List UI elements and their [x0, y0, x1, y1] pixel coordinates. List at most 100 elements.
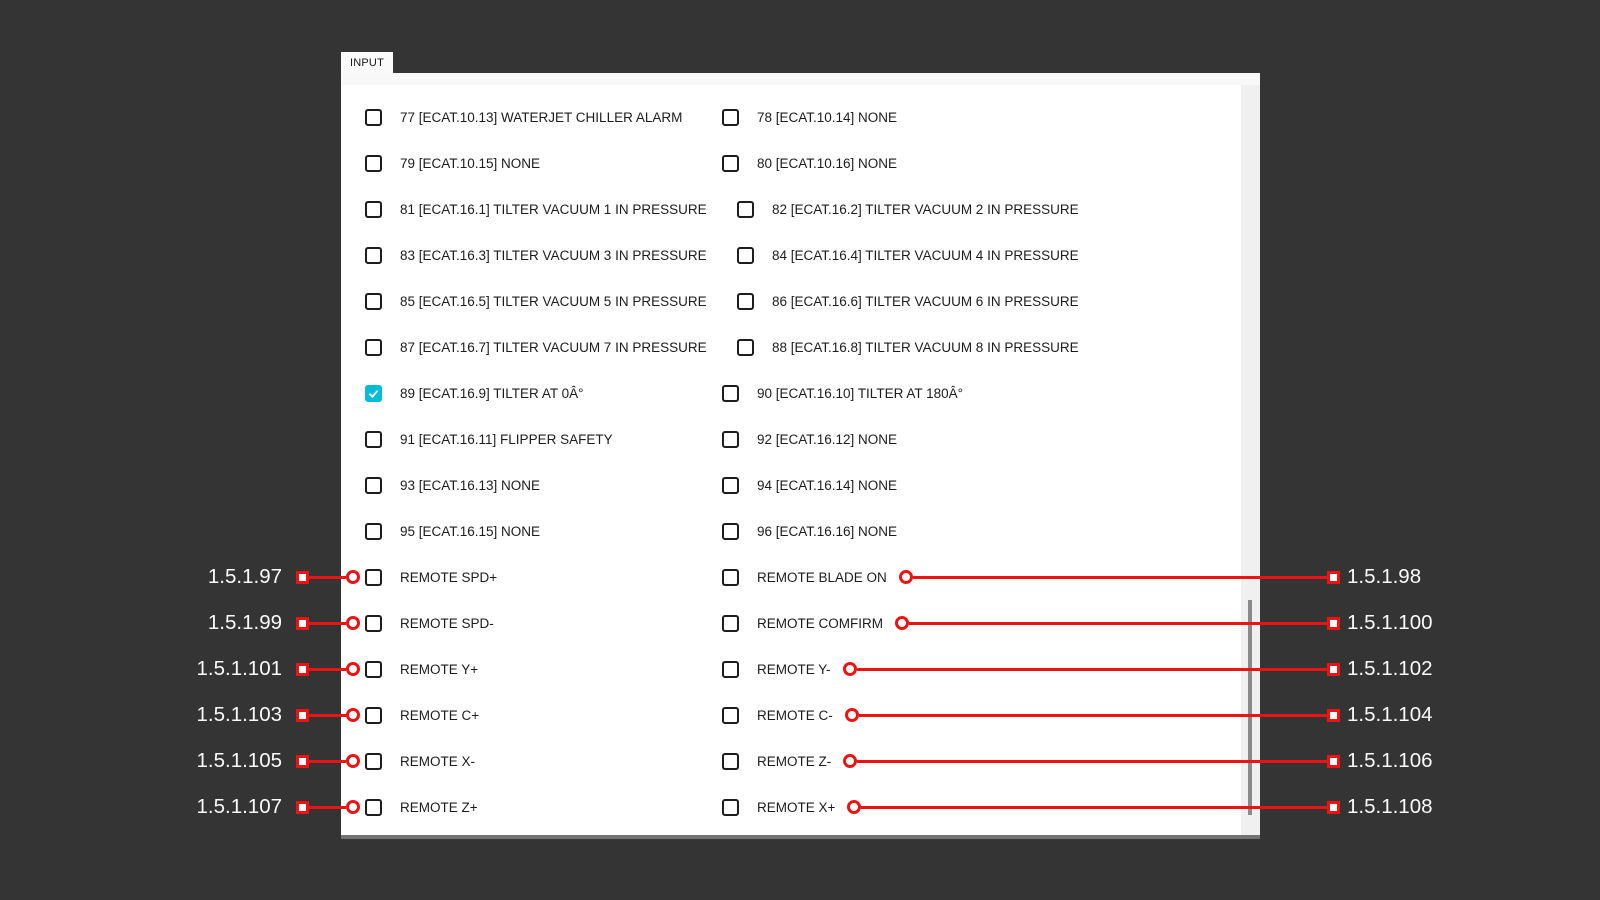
annotation-square-marker [1327, 617, 1340, 630]
checkbox-label: 82 [ECAT.16.2] TILTER VACUUM 2 IN PRESSU… [772, 202, 1079, 217]
checkbox-label: 92 [ECAT.16.12] NONE [757, 432, 897, 447]
checkbox-92-ecat-16-12-none[interactable] [722, 431, 739, 448]
checkbox-row: 81 [ECAT.16.1] TILTER VACUUM 1 IN PRESSU… [0, 186, 1600, 232]
checkbox-label: REMOTE Y- [757, 662, 831, 677]
checkbox-remote-x-minus[interactable] [365, 753, 382, 770]
checkbox-remote-z-plus[interactable] [365, 799, 382, 816]
checkbox-label: 93 [ECAT.16.13] NONE [400, 478, 540, 493]
annotation-square-marker [296, 709, 309, 722]
checkbox-95-ecat-16-15-none[interactable] [365, 523, 382, 540]
panel-top-strip [341, 73, 1260, 85]
annotation-line [913, 576, 1327, 579]
annotation-circle-marker [346, 754, 360, 768]
checkbox-remote-spd-plus[interactable] [365, 569, 382, 586]
checkbox-90-ecat-16-10-tilter-at-180[interactable] [722, 385, 739, 402]
annotation-label: 1.5.1.104 [1347, 692, 1433, 738]
annotation-label: 1.5.1.99 [208, 611, 282, 635]
checkbox-77-ecat-10-13-waterjet-chiller-alarm[interactable] [365, 109, 382, 126]
checkbox-94-ecat-16-14-none[interactable] [722, 477, 739, 494]
annotation-left-callout: 1.5.1.103 [0, 692, 360, 738]
checkbox-label: 85 [ECAT.16.5] TILTER VACUUM 5 IN PRESSU… [400, 294, 707, 309]
annotation-circle-marker [845, 708, 859, 722]
checkbox-remote-z-minus[interactable] [722, 753, 739, 770]
annotation-left-callout: 1.5.1.101 [0, 646, 360, 692]
checkbox-remote-spd-minus[interactable] [365, 615, 382, 632]
checkbox-row: 95 [ECAT.16.15] NONE96 [ECAT.16.16] NONE [0, 508, 1600, 554]
annotation-line [309, 806, 346, 809]
checkbox-label: 94 [ECAT.16.14] NONE [757, 478, 897, 493]
checkbox-label: 84 [ECAT.16.4] TILTER VACUUM 4 IN PRESSU… [772, 248, 1079, 263]
checkbox-label: REMOTE Y+ [400, 662, 478, 677]
checkbox-83-ecat-16-3-tilter-vacuum-3-in-pressure[interactable] [365, 247, 382, 264]
checkbox-label: 95 [ECAT.16.15] NONE [400, 524, 540, 539]
checkbox-78-ecat-10-14-none[interactable] [722, 109, 739, 126]
checkbox-remote-c-minus[interactable] [722, 707, 739, 724]
screen: INPUT 77 [ECAT.10.13] WATERJET CHILLER A… [0, 0, 1600, 900]
annotation-left-callout: 1.5.1.97 [0, 554, 360, 600]
row-left-cell: 81 [ECAT.16.1] TILTER VACUUM 1 IN PRESSU… [365, 186, 707, 232]
row-left-cell: REMOTE SPD+ [365, 554, 497, 600]
checkbox-label: REMOTE C- [757, 708, 833, 723]
checkbox-remote-blade-on[interactable] [722, 569, 739, 586]
checkbox-85-ecat-16-5-tilter-vacuum-5-in-pressure[interactable] [365, 293, 382, 310]
row-left-cell: 85 [ECAT.16.5] TILTER VACUUM 5 IN PRESSU… [365, 278, 707, 324]
annotation-line [909, 622, 1327, 625]
row-right-cell: 84 [ECAT.16.4] TILTER VACUUM 4 IN PRESSU… [737, 232, 1079, 278]
checkbox-96-ecat-16-16-none[interactable] [722, 523, 739, 540]
annotation-circle-marker [346, 662, 360, 676]
row-right-cell: REMOTE Y- [722, 646, 1327, 692]
checkbox-label: REMOTE C+ [400, 708, 479, 723]
tab-input[interactable]: INPUT [341, 52, 393, 73]
row-right-cell: 94 [ECAT.16.14] NONE [722, 462, 897, 508]
annotation-line [861, 806, 1327, 809]
checkbox-remote-y-minus[interactable] [722, 661, 739, 678]
checkbox-81-ecat-16-1-tilter-vacuum-1-in-pressure[interactable] [365, 201, 382, 218]
checkbox-86-ecat-16-6-tilter-vacuum-6-in-pressure[interactable] [737, 293, 754, 310]
checkbox-80-ecat-10-16-none[interactable] [722, 155, 739, 172]
annotation-square-marker [1327, 755, 1340, 768]
checkbox-79-ecat-10-15-none[interactable] [365, 155, 382, 172]
annotation-circle-marker [346, 800, 360, 814]
checkbox-row: 83 [ECAT.16.3] TILTER VACUUM 3 IN PRESSU… [0, 232, 1600, 278]
checkbox-remote-x-plus[interactable] [722, 799, 739, 816]
checkbox-remote-y-plus[interactable] [365, 661, 382, 678]
annotation-line [857, 668, 1327, 671]
checkbox-label: 79 [ECAT.10.15] NONE [400, 156, 540, 171]
row-left-cell: 93 [ECAT.16.13] NONE [365, 462, 540, 508]
checkbox-93-ecat-16-13-none[interactable] [365, 477, 382, 494]
checkbox-row: 87 [ECAT.16.7] TILTER VACUUM 7 IN PRESSU… [0, 324, 1600, 370]
checkbox-label: REMOTE X+ [757, 800, 835, 815]
row-left-cell: REMOTE C+ [365, 692, 479, 738]
annotation-square-marker [296, 801, 309, 814]
checkbox-82-ecat-16-2-tilter-vacuum-2-in-pressure[interactable] [737, 201, 754, 218]
checkbox-88-ecat-16-8-tilter-vacuum-8-in-pressure[interactable] [737, 339, 754, 356]
checkbox-91-ecat-16-11-flipper-safety[interactable] [365, 431, 382, 448]
annotation-line [309, 760, 346, 763]
checkbox-remote-c-plus[interactable] [365, 707, 382, 724]
checkbox-89-ecat-16-9-tilter-at-0[interactable] [365, 385, 382, 402]
row-left-cell: 87 [ECAT.16.7] TILTER VACUUM 7 IN PRESSU… [365, 324, 707, 370]
annotation-label: 1.5.1.100 [1347, 600, 1433, 646]
annotation-square-marker [1327, 663, 1340, 676]
row-right-cell: REMOTE Z- [722, 738, 1327, 784]
checkbox-87-ecat-16-7-tilter-vacuum-7-in-pressure[interactable] [365, 339, 382, 356]
checkbox-label: 78 [ECAT.10.14] NONE [757, 110, 897, 125]
checkbox-row: 89 [ECAT.16.9] TILTER AT 0Â°90 [ECAT.16.… [0, 370, 1600, 416]
checkbox-label: REMOTE SPD+ [400, 570, 497, 585]
annotation-label: 1.5.1.108 [1347, 784, 1433, 830]
annotation-square-marker [296, 617, 309, 630]
annotation-label: 1.5.1.97 [208, 565, 282, 589]
checkbox-remote-comfirm[interactable] [722, 615, 739, 632]
row-right-cell: 78 [ECAT.10.14] NONE [722, 94, 897, 140]
row-left-cell: 77 [ECAT.10.13] WATERJET CHILLER ALARM [365, 94, 682, 140]
checkbox-84-ecat-16-4-tilter-vacuum-4-in-pressure[interactable] [737, 247, 754, 264]
checkbox-label: 83 [ECAT.16.3] TILTER VACUUM 3 IN PRESSU… [400, 248, 707, 263]
annotation-square-marker [1327, 571, 1340, 584]
checkbox-label: 90 [ECAT.16.10] TILTER AT 180Â° [757, 386, 963, 401]
annotation-square-marker [1327, 801, 1340, 814]
annotation-circle-marker [346, 570, 360, 584]
checkbox-label: 88 [ECAT.16.8] TILTER VACUUM 8 IN PRESSU… [772, 340, 1079, 355]
row-left-cell: REMOTE Y+ [365, 646, 478, 692]
checkbox-label: 86 [ECAT.16.6] TILTER VACUUM 6 IN PRESSU… [772, 294, 1079, 309]
checkbox-label: REMOTE Z+ [400, 800, 478, 815]
